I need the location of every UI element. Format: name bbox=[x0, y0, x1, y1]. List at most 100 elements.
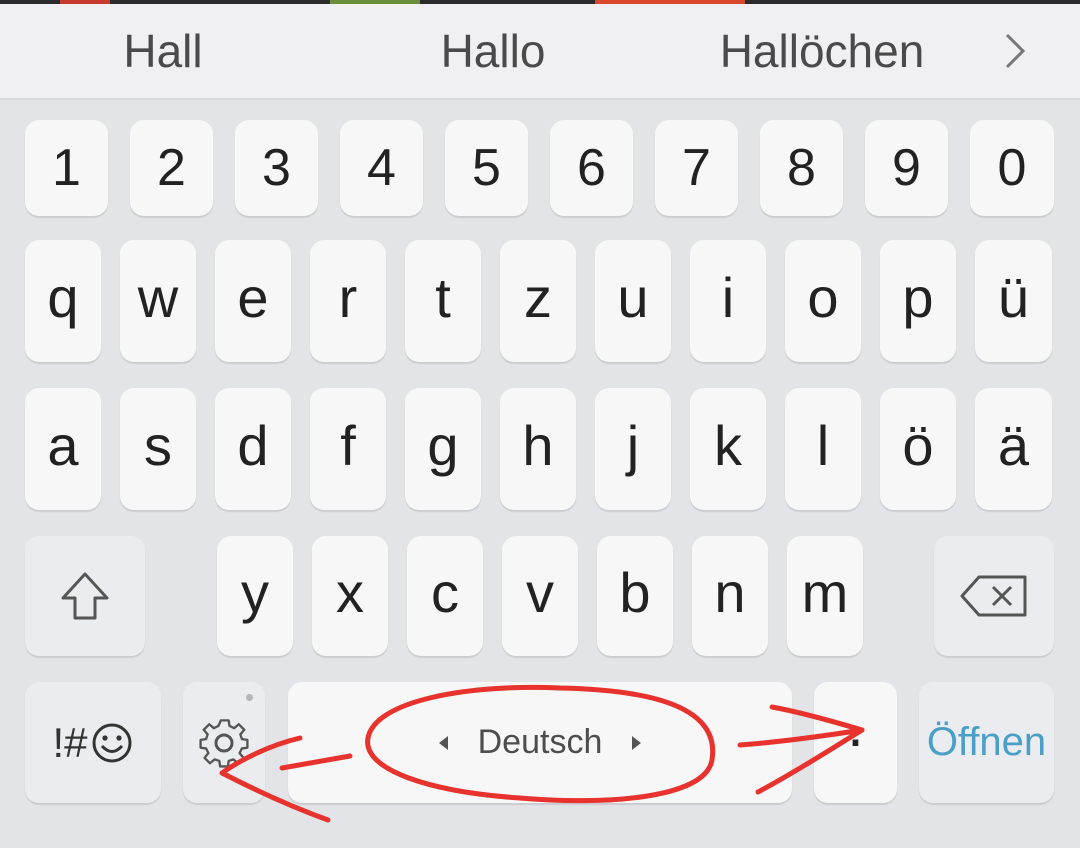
key-label: x bbox=[336, 560, 364, 624]
key-2[interactable]: 2 bbox=[130, 120, 213, 216]
key-label: n bbox=[714, 560, 746, 624]
key-4[interactable]: 4 bbox=[340, 120, 423, 216]
key-label: ü bbox=[997, 265, 1030, 329]
chevron-right-icon[interactable] bbox=[995, 31, 1035, 71]
key-w[interactable]: w bbox=[120, 240, 196, 362]
key-label: 1 bbox=[52, 139, 81, 197]
key-label: 0 bbox=[997, 139, 1027, 197]
key-y[interactable]: y bbox=[217, 536, 293, 656]
key-c[interactable]: c bbox=[407, 536, 483, 656]
symbols-label: !# bbox=[52, 718, 88, 766]
key-i[interactable]: i bbox=[690, 240, 766, 362]
key-label: p bbox=[902, 265, 934, 329]
key-label: h bbox=[522, 413, 554, 477]
key-u[interactable]: u bbox=[595, 240, 671, 362]
enter-key[interactable]: Öffnen bbox=[919, 682, 1054, 803]
key-t[interactable]: t bbox=[405, 240, 481, 362]
key-label: t bbox=[435, 265, 451, 329]
key-ue[interactable]: ü bbox=[975, 240, 1052, 362]
key-label: a bbox=[47, 413, 79, 477]
language-next-icon bbox=[632, 735, 642, 750]
key-label: m bbox=[801, 560, 849, 624]
key-oe[interactable]: ö bbox=[880, 388, 956, 510]
key-x[interactable]: x bbox=[312, 536, 388, 656]
key-label: c bbox=[431, 560, 459, 624]
key-label: k bbox=[714, 413, 742, 477]
settings-key[interactable] bbox=[183, 682, 265, 803]
key-label: y bbox=[241, 560, 269, 624]
suggestion-1[interactable]: Hall bbox=[60, 4, 266, 98]
key-s[interactable]: s bbox=[120, 388, 196, 510]
key-label: d bbox=[237, 413, 269, 477]
key-j[interactable]: j bbox=[595, 388, 671, 510]
suggestion-2[interactable]: Hallo bbox=[390, 4, 596, 98]
key-m[interactable]: m bbox=[787, 536, 863, 656]
key-7[interactable]: 7 bbox=[655, 120, 738, 216]
key-q[interactable]: q bbox=[25, 240, 101, 362]
key-1[interactable]: 1 bbox=[25, 120, 108, 216]
shift-key[interactable] bbox=[25, 536, 145, 656]
suggestion-bar: Hall Hallo Hallöchen bbox=[0, 4, 1080, 100]
key-label: f bbox=[340, 413, 356, 477]
key-9[interactable]: 9 bbox=[865, 120, 948, 216]
key-label: 4 bbox=[367, 139, 396, 197]
key-label: v bbox=[526, 560, 554, 624]
key-label: u bbox=[617, 265, 649, 329]
key-0[interactable]: 0 bbox=[970, 120, 1054, 216]
key-label: s bbox=[144, 413, 172, 477]
key-3[interactable]: 3 bbox=[235, 120, 318, 216]
key-label: 3 bbox=[262, 139, 291, 197]
shift-arrow-icon bbox=[61, 572, 109, 620]
key-p[interactable]: p bbox=[880, 240, 956, 362]
key-label: e bbox=[237, 265, 269, 329]
key-8[interactable]: 8 bbox=[760, 120, 843, 216]
gear-icon bbox=[199, 718, 249, 768]
key-hint-dot bbox=[246, 694, 253, 701]
smiley-icon bbox=[92, 723, 132, 762]
enter-label: Öffnen bbox=[926, 720, 1047, 764]
key-label: q bbox=[47, 265, 79, 329]
key-6[interactable]: 6 bbox=[550, 120, 633, 216]
suggestion-3[interactable]: Hallöchen bbox=[690, 4, 954, 98]
key-f[interactable]: f bbox=[310, 388, 386, 510]
key-label: b bbox=[619, 560, 651, 624]
backspace-key[interactable] bbox=[934, 536, 1054, 656]
key-label: i bbox=[721, 265, 735, 329]
key-e[interactable]: e bbox=[215, 240, 291, 362]
key-g[interactable]: g bbox=[405, 388, 481, 510]
key-label: 2 bbox=[157, 139, 186, 197]
space-key[interactable]: Deutsch bbox=[288, 682, 792, 803]
key-label: l bbox=[816, 413, 830, 477]
backspace-icon bbox=[960, 575, 1027, 617]
key-label: w bbox=[137, 265, 179, 329]
key-v[interactable]: v bbox=[502, 536, 578, 656]
symbols-emoji-key[interactable]: !# bbox=[25, 682, 161, 803]
key-5[interactable]: 5 bbox=[445, 120, 528, 216]
key-b[interactable]: b bbox=[597, 536, 673, 656]
key-label: 8 bbox=[787, 139, 816, 197]
key-n[interactable]: n bbox=[692, 536, 768, 656]
key-l[interactable]: l bbox=[785, 388, 861, 510]
key-label: o bbox=[807, 265, 839, 329]
key-label: j bbox=[626, 413, 640, 477]
key-label: . bbox=[847, 692, 864, 759]
period-key[interactable]: . bbox=[814, 682, 897, 803]
key-ae[interactable]: ä bbox=[975, 388, 1052, 510]
key-o[interactable]: o bbox=[785, 240, 861, 362]
key-label: 9 bbox=[892, 139, 921, 197]
key-label: 7 bbox=[682, 139, 711, 197]
key-r[interactable]: r bbox=[310, 240, 386, 362]
key-h[interactable]: h bbox=[500, 388, 576, 510]
key-label: ö bbox=[902, 413, 934, 477]
key-label: g bbox=[427, 413, 459, 477]
language-prev-icon bbox=[438, 735, 448, 750]
key-label: z bbox=[524, 265, 552, 329]
key-d[interactable]: d bbox=[215, 388, 291, 510]
key-k[interactable]: k bbox=[690, 388, 766, 510]
space-language-label: Deutsch bbox=[477, 723, 603, 761]
key-a[interactable]: a bbox=[25, 388, 101, 510]
key-label: 5 bbox=[472, 139, 501, 197]
key-label: r bbox=[338, 265, 358, 329]
key-z[interactable]: z bbox=[500, 240, 576, 362]
key-label: ä bbox=[997, 413, 1030, 477]
